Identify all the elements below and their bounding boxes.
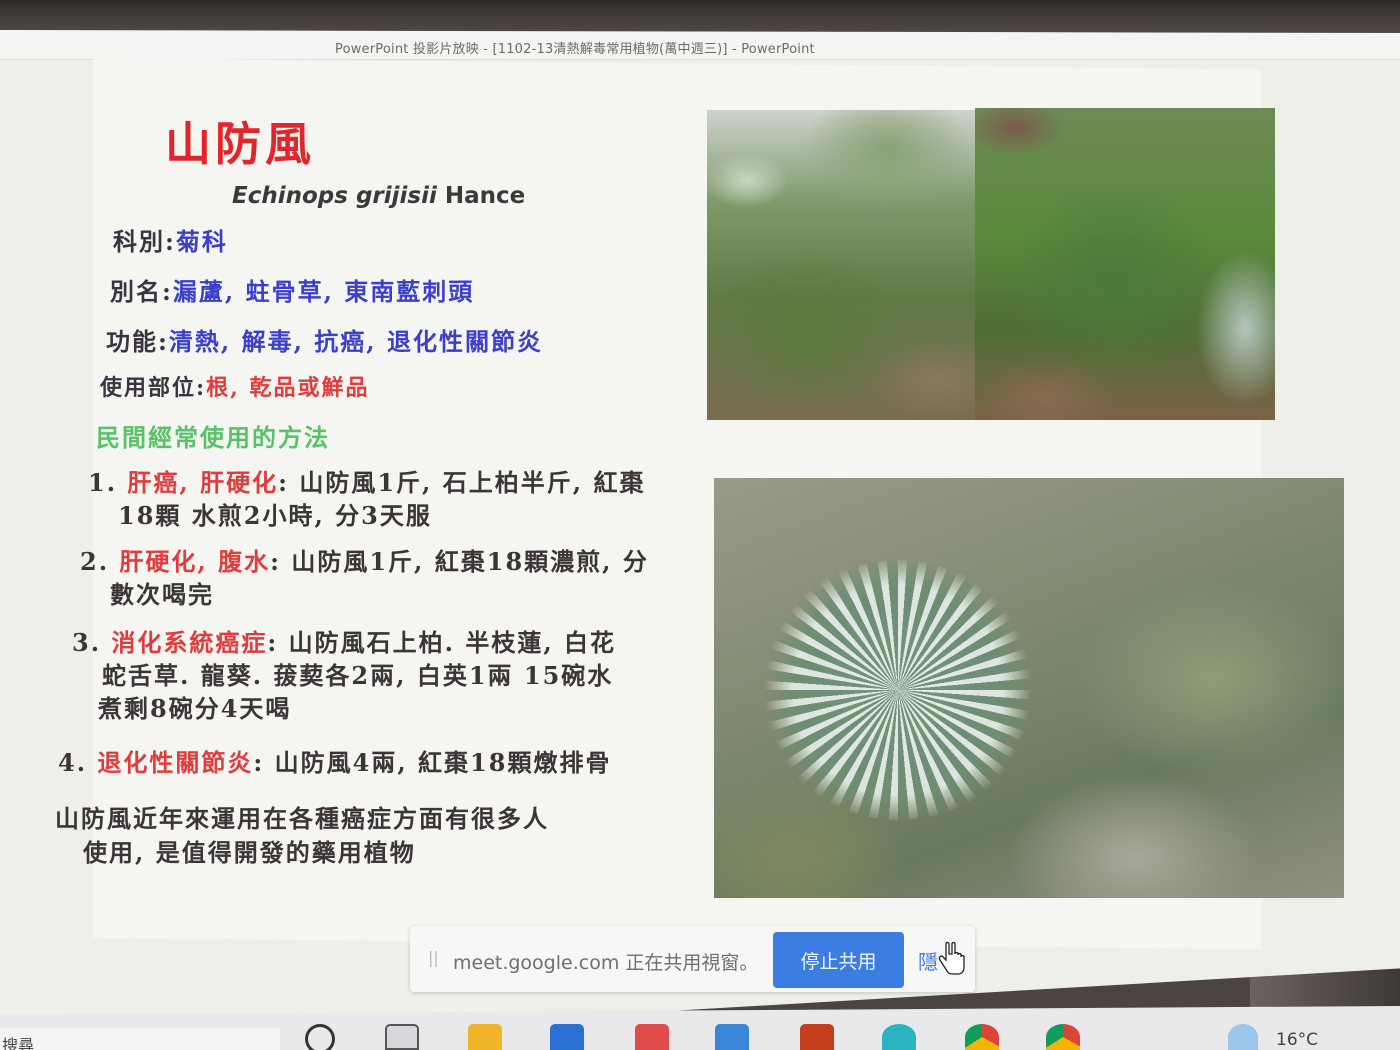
method-line: : 山防風1斤, 紅棗18顆濃煎, 分: [270, 547, 649, 576]
hide-button[interactable]: 隱: [918, 946, 938, 975]
method-item-1: 1. 肝癌, 肝硬化: 山防風1斤, 石上柏半斤, 紅棗 18顆 水煎2小時, …: [88, 466, 645, 532]
powerpoint-icon[interactable]: [800, 1024, 834, 1050]
drag-handle[interactable]: ||: [428, 948, 439, 967]
alias-row: 別名:漏蘆, 蛀骨草, 東南藍刺頭: [110, 272, 474, 307]
weather-temperature[interactable]: 16°C: [1276, 1030, 1318, 1050]
taskbar-search-label: 搜尋: [2, 1036, 35, 1050]
method-condition: 消化系統癌症: [111, 628, 268, 657]
file-explorer-icon[interactable]: [468, 1024, 502, 1050]
family-row: 科別:菊科: [113, 222, 228, 257]
window-title: PowerPoint 投影片放映 - [1102-13清熱解毒常用植物(萬中週三…: [335, 42, 815, 57]
method-line: 18顆 水煎2小時, 分3天服: [118, 501, 432, 530]
hand-cursor-icon: [938, 941, 965, 975]
method-line: 數次喝完: [110, 580, 214, 609]
method-condition: 肝癌, 肝硬化: [127, 468, 279, 497]
search-circle-icon[interactable]: [305, 1024, 335, 1050]
part-value: 根, 乾品或鮮品: [206, 375, 370, 401]
method-number: 2.: [80, 547, 110, 576]
taskbar-search[interactable]: [0, 1028, 280, 1050]
part-row: 使用部位:根, 乾品或鮮品: [100, 370, 369, 402]
store-icon[interactable]: [550, 1024, 584, 1050]
alias-value: 漏蘆, 蛀骨草, 東南藍刺頭: [172, 277, 475, 306]
flowerhead-graphic: [758, 560, 1038, 820]
gift-icon[interactable]: [635, 1024, 669, 1050]
alias-label: 別名:: [110, 277, 173, 306]
share-message: meet.google.com 正在共用視窗。: [453, 952, 759, 974]
method-condition: 肝硬化, 腹水: [119, 547, 271, 576]
family-label: 科別:: [113, 227, 176, 256]
family-value: 菊科: [175, 227, 228, 256]
part-label: 使用部位:: [100, 375, 207, 401]
function-label: 功能:: [106, 327, 169, 356]
method-number: 3.: [72, 628, 102, 657]
summary-line: 使用, 是值得開發的藥用植物: [83, 838, 416, 867]
method-line: : 山防風石上柏. 半枝蓮, 白花: [267, 628, 617, 657]
edge-icon[interactable]: [882, 1024, 916, 1050]
chrome-icon[interactable]: [1046, 1024, 1080, 1050]
method-line: 煮剩8碗分4天喝: [98, 694, 292, 723]
method-condition: 退化性關節炎: [97, 748, 254, 777]
method-line: : 山防風4兩, 紅棗18顆燉排骨: [253, 748, 612, 777]
latin-name: Echinops grijisii Hance: [232, 183, 525, 209]
method-item-2: 2. 肝硬化, 腹水: 山防風1斤, 紅棗18顆濃煎, 分 數次喝完: [80, 545, 649, 611]
summary-text: 山防風近年來運用在各種癌症方面有很多人 使用, 是值得開發的藥用植物: [55, 802, 549, 870]
chrome-icon[interactable]: [965, 1024, 999, 1050]
weather-cloud-icon[interactable]: [1228, 1024, 1258, 1050]
methods-heading: 民間經常使用的方法: [96, 423, 330, 452]
function-value: 清熱, 解毒, 抗癌, 退化性關節炎: [168, 327, 543, 356]
mail-icon[interactable]: [715, 1024, 749, 1050]
method-line: : 山防風1斤, 石上柏半斤, 紅棗: [278, 468, 646, 497]
function-row: 功能:清熱, 解毒, 抗癌, 退化性關節炎: [106, 322, 543, 357]
task-view-icon[interactable]: [385, 1024, 419, 1050]
latin-author: Hance: [444, 183, 526, 209]
method-item-3: 3. 消化系統癌症: 山防風石上柏. 半枝蓮, 白花 蛇舌草. 龍葵. 菝葜各2…: [72, 626, 616, 725]
method-number: 1.: [88, 468, 118, 497]
latin-genus-species: Echinops grijisii: [232, 183, 437, 209]
method-number: 4.: [58, 748, 88, 777]
slide-title: 山防風: [165, 117, 315, 171]
method-line: 蛇舌草. 龍葵. 菝葜各2兩, 白英1兩 15碗水: [102, 661, 614, 690]
stop-sharing-button[interactable]: 停止共用: [773, 932, 904, 988]
plant-photo-shrub: [975, 108, 1275, 420]
plant-photo-garden: [707, 110, 989, 420]
method-item-4: 4. 退化性關節炎: 山防風4兩, 紅棗18顆燉排骨: [58, 746, 611, 779]
summary-line: 山防風近年來運用在各種癌症方面有很多人: [55, 804, 549, 833]
